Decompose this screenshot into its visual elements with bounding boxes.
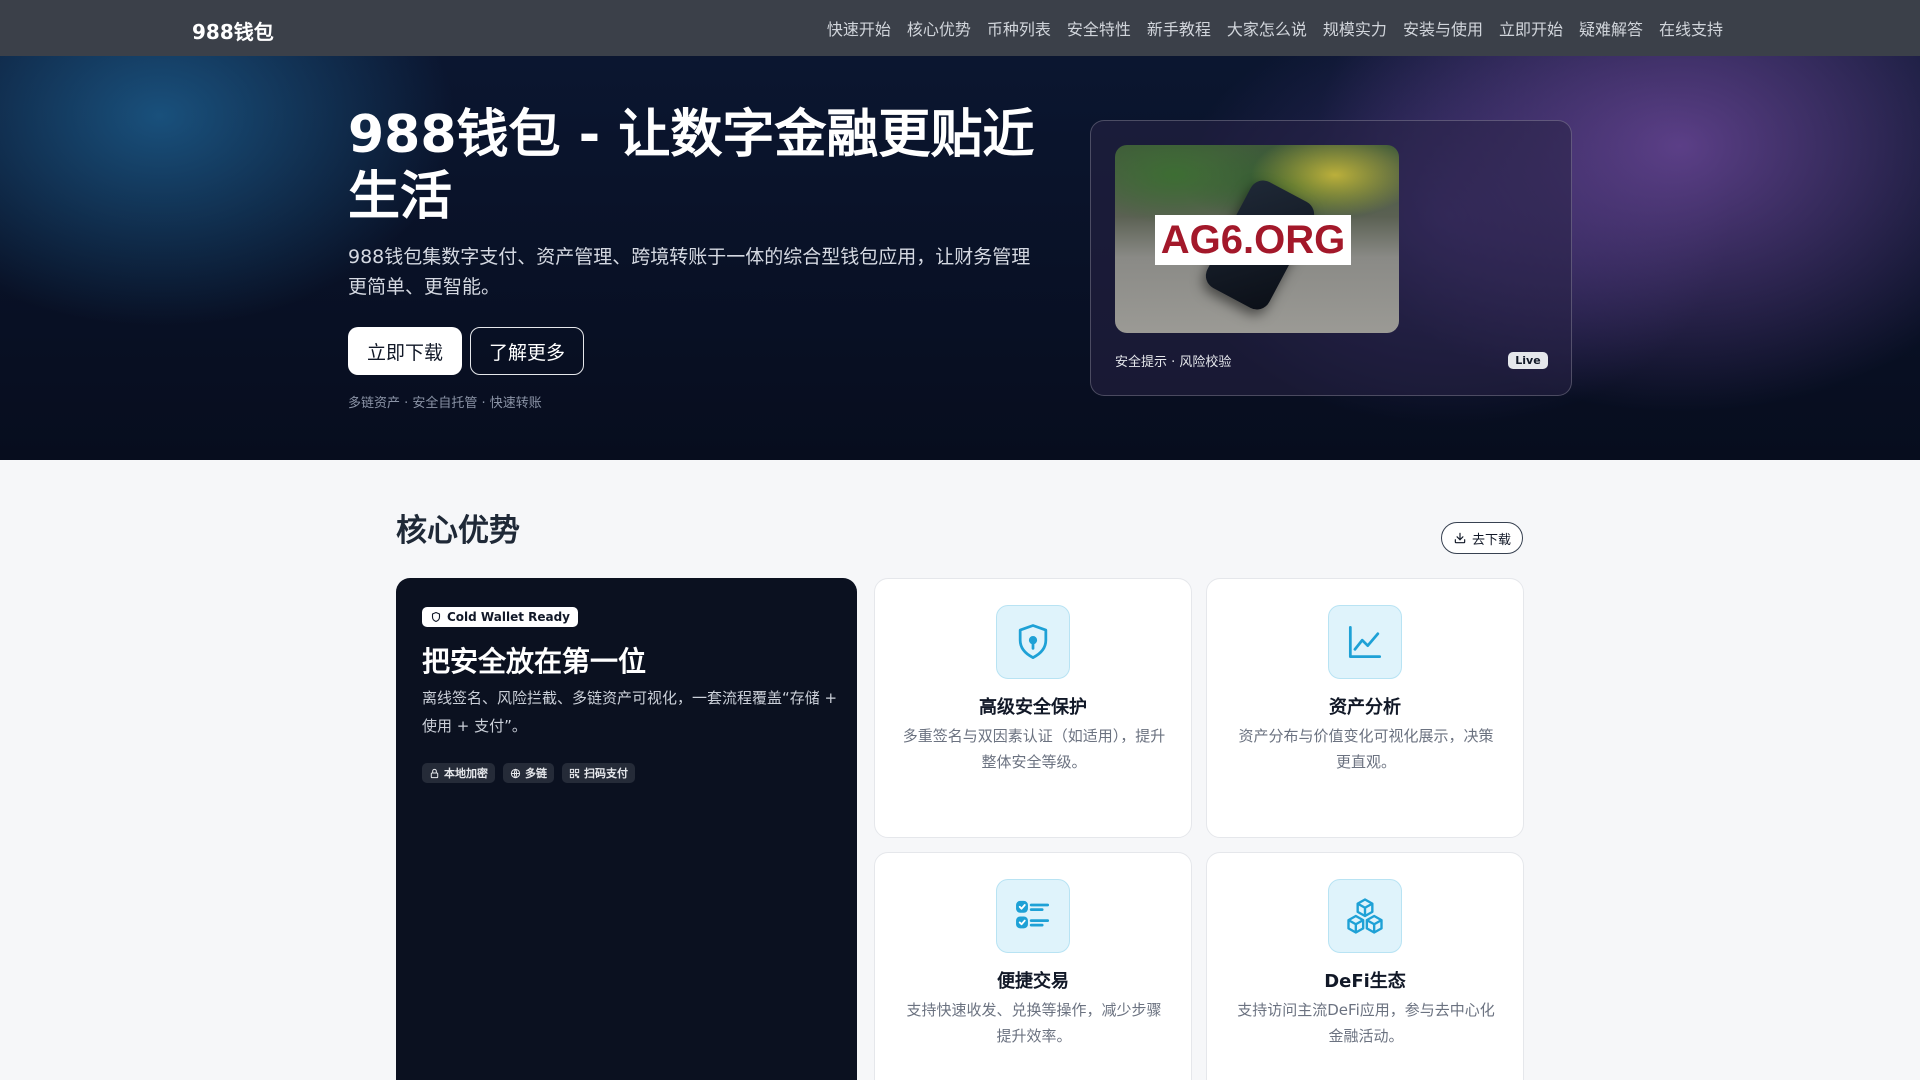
chart-line-icon bbox=[1348, 625, 1382, 659]
cubes-icon bbox=[1347, 898, 1383, 934]
feature-card-title: 资产分析 bbox=[1329, 697, 1401, 718]
go-download-label: 去下载 bbox=[1471, 532, 1511, 548]
feature-card-title: DeFi生态 bbox=[1324, 971, 1406, 992]
nav-link-faq[interactable]: 疑难解答 bbox=[1579, 16, 1643, 40]
brand-logo[interactable]: 988钱包 bbox=[192, 16, 274, 45]
preview-image: AG6.ORG bbox=[1115, 145, 1399, 333]
cold-wallet-badge: Cold Wallet Ready bbox=[422, 607, 579, 627]
nav-link-start-now[interactable]: 立即开始 bbox=[1499, 16, 1563, 40]
feature-card-security[interactable]: 高级安全保护 多重签名与双因素认证（如适用），提升整体安全等级。 bbox=[874, 578, 1192, 838]
chip-label: 多链 bbox=[525, 767, 547, 780]
nav-link-advantages[interactable]: 核心优势 bbox=[907, 16, 971, 40]
feature-card-title: 高级安全保护 bbox=[979, 697, 1087, 718]
feature-card-analysis[interactable]: 资产分析 资产分布与价值变化可视化展示，决策更直观。 bbox=[1206, 578, 1524, 838]
download-icon bbox=[1454, 532, 1466, 544]
preview-caption: 安全提示 · 风险校验 bbox=[1115, 355, 1232, 370]
nav-link-tutorial[interactable]: 新手教程 bbox=[1147, 16, 1211, 40]
hero-section: 988钱包 - 让数字金融更贴近生活 988钱包集数字支付、资产管理、跨境转账于… bbox=[0, 56, 1920, 460]
highlight-chips: 本地加密 多链 扫码支付 bbox=[422, 763, 635, 783]
preview-card: AG6.ORG 安全提示 · 风险校验 Live bbox=[1090, 120, 1572, 396]
hero-tags: 多链资产 · 安全自托管 · 快速转账 bbox=[348, 396, 542, 411]
feature-card-description: 资产分布与价值变化可视化展示，决策更直观。 bbox=[1238, 727, 1494, 771]
go-download-button[interactable]: 去下载 bbox=[1441, 522, 1523, 554]
nav-link-reviews[interactable]: 大家怎么说 bbox=[1227, 16, 1307, 40]
feature-card-defi[interactable]: DeFi生态 支持访问主流DeFi应用，参与去中心化金融活动。 bbox=[1206, 852, 1524, 1080]
download-now-button[interactable]: 立即下载 bbox=[348, 327, 462, 375]
hero-title: 988钱包 - 让数字金融更贴近生活 bbox=[348, 105, 1035, 227]
qr-code-icon bbox=[569, 768, 580, 778]
chip-label: 本地加密 bbox=[444, 767, 488, 780]
highlight-card: Cold Wallet Ready 把安全放在第一位 离线签名、风险拦截、多链资… bbox=[396, 578, 857, 1080]
learn-more-button[interactable]: 了解更多 bbox=[470, 327, 584, 375]
nav-links: 快速开始 核心优势 币种列表 安全特性 新手教程 大家怎么说 规模实力 安装与使… bbox=[827, 16, 1723, 40]
hero-description: 988钱包集数字支付、资产管理、跨境转账于一体的综合型钱包应用，让财务管理更简单… bbox=[348, 246, 1031, 298]
shield-small-icon bbox=[431, 611, 441, 623]
cold-wallet-badge-label: Cold Wallet Ready bbox=[447, 610, 571, 624]
nav-link-install[interactable]: 安装与使用 bbox=[1403, 16, 1483, 40]
highlight-description: 离线签名、风险拦截、多链资产可视化，一套流程覆盖“存储 + 使用 + 支付”。 bbox=[422, 689, 838, 735]
nav-link-scale[interactable]: 规模实力 bbox=[1323, 16, 1387, 40]
chip-multichain: 多链 bbox=[503, 763, 554, 783]
feature-card-description: 支持快速收发、兑换等操作，减少步骤提升效率。 bbox=[906, 1001, 1162, 1045]
section-title-advantages: 核心优势 bbox=[396, 513, 520, 549]
lock-icon bbox=[430, 768, 439, 778]
chip-scan-pay: 扫码支付 bbox=[562, 763, 635, 783]
globe-icon bbox=[510, 768, 521, 778]
feature-card-description: 支持访问主流DeFi应用，参与去中心化金融活动。 bbox=[1237, 1001, 1495, 1045]
nav-link-support[interactable]: 在线支持 bbox=[1659, 16, 1723, 40]
nav-link-security[interactable]: 安全特性 bbox=[1067, 16, 1131, 40]
nav-link-quick-start[interactable]: 快速开始 bbox=[827, 16, 891, 40]
watermark-label: AG6.ORG bbox=[1155, 215, 1351, 265]
icon-tile bbox=[1328, 605, 1402, 679]
highlight-title: 把安全放在第一位 bbox=[422, 645, 647, 678]
icon-tile bbox=[1328, 879, 1402, 953]
shield-icon bbox=[1018, 624, 1048, 659]
icon-tile bbox=[996, 879, 1070, 953]
live-badge: Live bbox=[1508, 352, 1548, 369]
feature-card-title: 便捷交易 bbox=[997, 971, 1069, 992]
icon-tile bbox=[996, 605, 1070, 679]
chip-label: 扫码支付 bbox=[584, 767, 628, 780]
feature-card-trading[interactable]: 便捷交易 支持快速收发、兑换等操作，减少步骤提升效率。 bbox=[874, 852, 1192, 1080]
feature-card-description: 多重签名与双因素认证（如适用），提升整体安全等级。 bbox=[902, 727, 1166, 771]
top-navbar: 988钱包 快速开始 核心优势 币种列表 安全特性 新手教程 大家怎么说 规模实… bbox=[0, 0, 1920, 56]
nav-link-coin-list[interactable]: 币种列表 bbox=[987, 16, 1051, 40]
chip-local-encryption: 本地加密 bbox=[422, 763, 495, 783]
checklist-icon bbox=[1016, 900, 1050, 929]
